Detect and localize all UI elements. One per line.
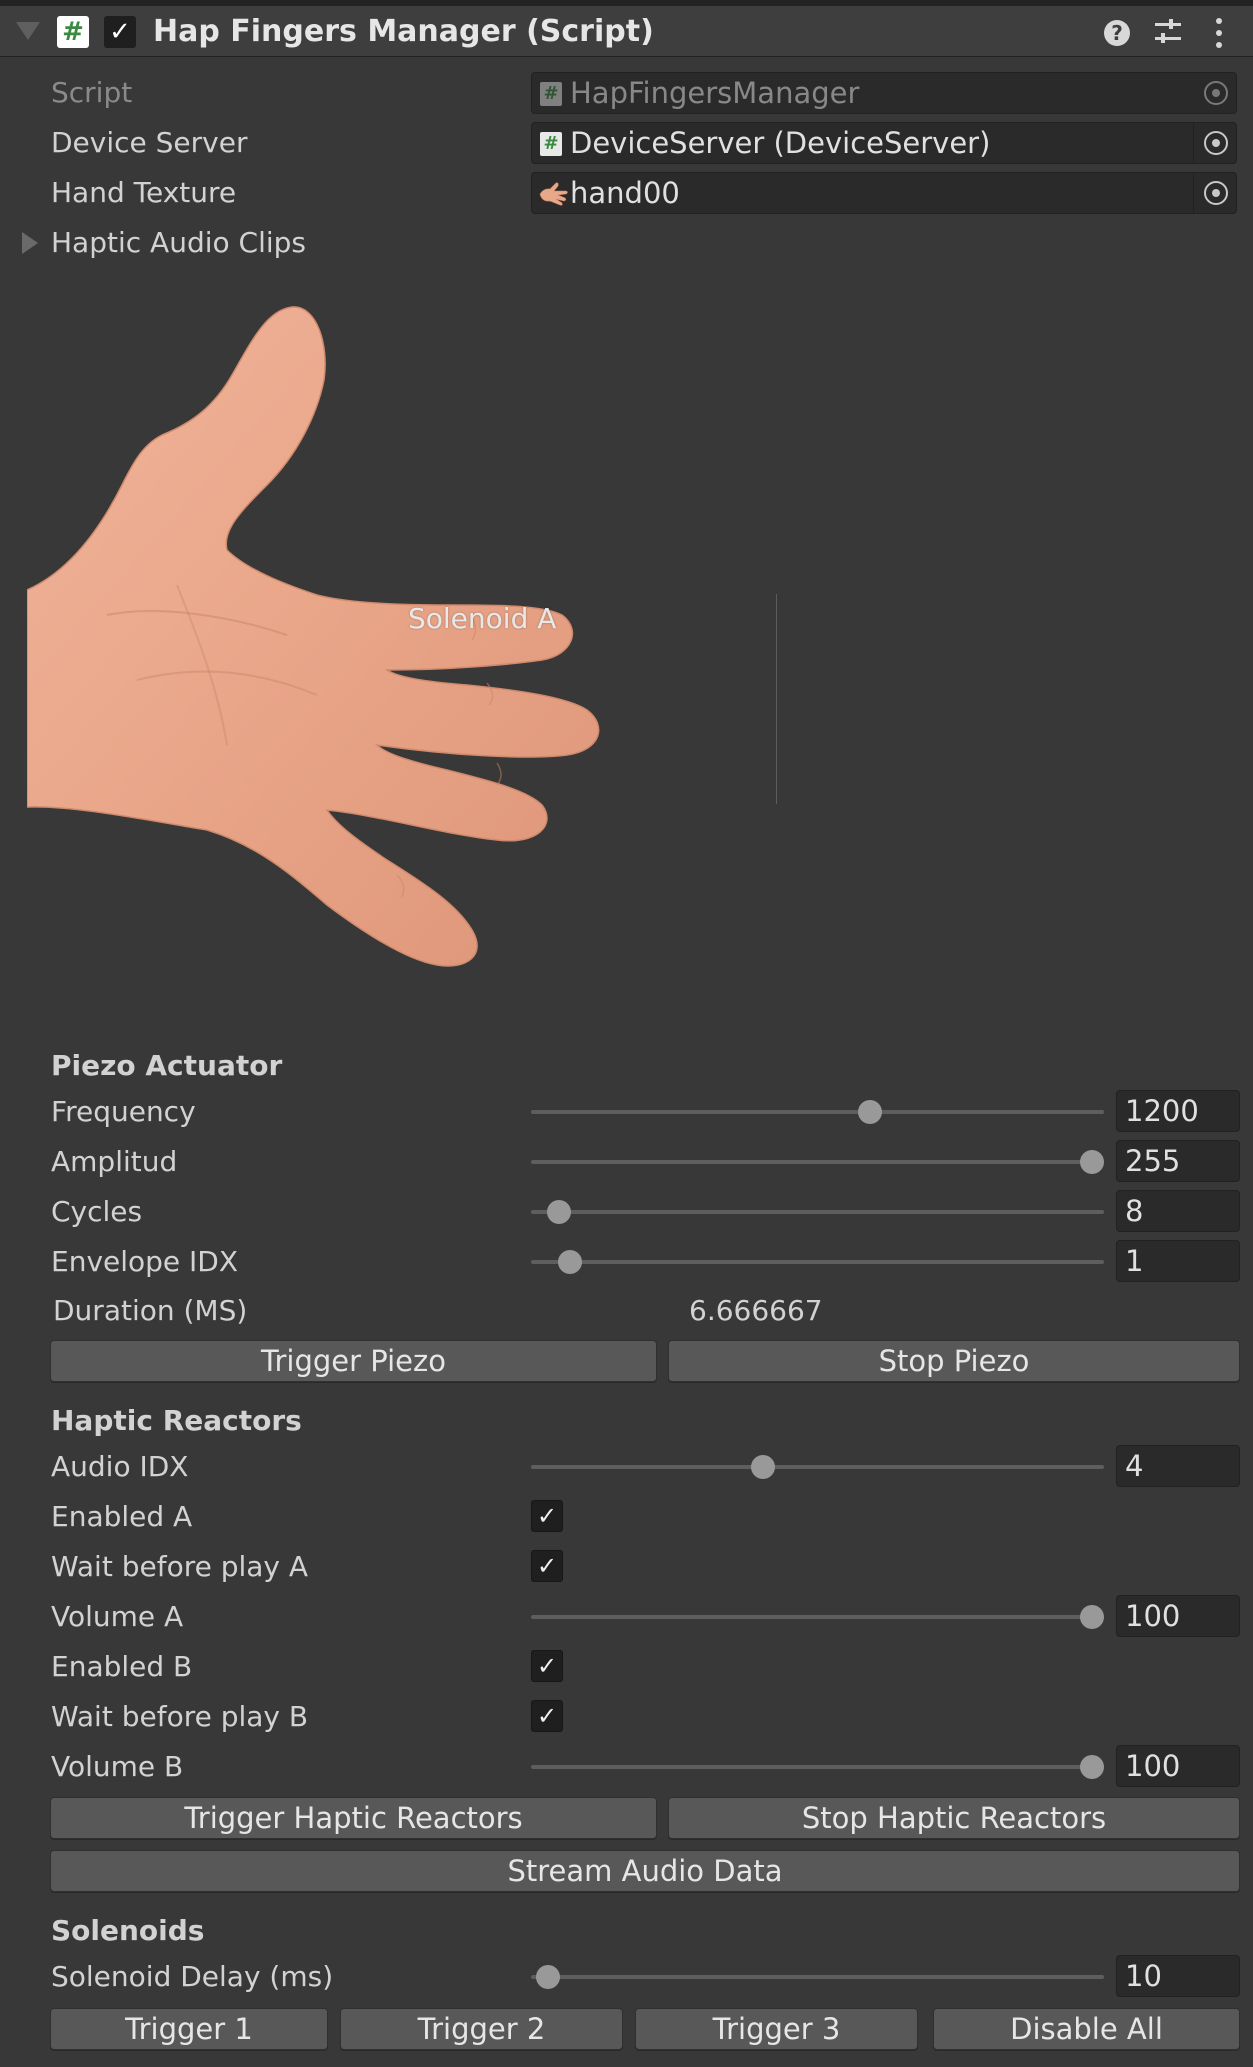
preset-settings-icon[interactable] (1155, 18, 1181, 46)
cycles-slider-thumb[interactable] (547, 1200, 572, 1224)
wait-before-play-b-label: Wait before play B (51, 1700, 309, 1733)
duration-value: 6.666667 (689, 1294, 823, 1327)
amplitud-slider[interactable] (531, 1160, 1104, 1164)
hand-texture-thumbnail-icon (539, 182, 568, 206)
envelope-idx-slider-thumb[interactable] (558, 1250, 583, 1274)
frequency-label: Frequency (51, 1095, 196, 1128)
cycles-label: Cycles (51, 1195, 143, 1228)
component-header[interactable]: # ✓ Hap Fingers Manager (Script) ? (0, 6, 1253, 57)
script-label: Script (51, 76, 133, 109)
solenoid-delay-slider-thumb[interactable] (536, 1965, 561, 1989)
enabled-b-checkbox[interactable]: ✓ (531, 1650, 563, 1682)
haptic-audio-clips-foldout-icon[interactable] (22, 232, 38, 254)
volume-a-slider-thumb[interactable] (1080, 1605, 1104, 1629)
component-enabled-checkbox[interactable]: ✓ (104, 16, 136, 48)
object-picker-icon (1204, 81, 1228, 105)
envelope-idx-input[interactable]: 1 (1116, 1240, 1240, 1282)
stop-haptic-reactors-button[interactable]: Stop Haptic Reactors (668, 1797, 1240, 1839)
piezo-section-title: Piezo Actuator (51, 1049, 283, 1082)
help-icon[interactable]: ? (1104, 20, 1130, 46)
frequency-input[interactable]: 1200 (1116, 1090, 1240, 1132)
object-picker-icon[interactable] (1204, 131, 1228, 155)
script-field: # HapFingersManager (531, 72, 1237, 114)
audio-idx-input[interactable]: 4 (1116, 1445, 1240, 1487)
duration-label: Duration (MS) (53, 1294, 248, 1327)
wait-before-play-b-checkbox[interactable]: ✓ (531, 1700, 563, 1732)
trigger-piezo-button[interactable]: Trigger Piezo (50, 1340, 657, 1382)
hand-texture-label: Hand Texture (51, 176, 237, 209)
trigger-1-button[interactable]: Trigger 1 (50, 2008, 328, 2050)
wait-before-play-a-label: Wait before play A (51, 1550, 309, 1583)
frequency-slider[interactable] (531, 1110, 1104, 1114)
volume-b-input[interactable]: 100 (1116, 1745, 1240, 1787)
audio-idx-slider[interactable] (531, 1465, 1104, 1469)
solenoid-delay-label: Solenoid Delay (ms) (51, 1960, 334, 1993)
solenoid-delay-slider[interactable] (531, 1975, 1104, 1979)
envelope-idx-label: Envelope IDX (51, 1245, 239, 1278)
csharp-file-icon: # (540, 132, 562, 156)
disable-all-button[interactable]: Disable All (933, 2008, 1240, 2050)
frequency-slider-thumb[interactable] (857, 1100, 882, 1124)
volume-b-slider[interactable] (531, 1765, 1104, 1769)
object-picker-icon[interactable] (1204, 181, 1228, 205)
csharp-file-icon: # (540, 82, 562, 106)
enabled-a-checkbox[interactable]: ✓ (531, 1500, 563, 1532)
amplitud-input[interactable]: 255 (1116, 1140, 1240, 1182)
stream-audio-data-button[interactable]: Stream Audio Data (50, 1850, 1240, 1892)
solenoid-delay-input[interactable]: 10 (1116, 1955, 1240, 1997)
csharp-script-icon: # (57, 16, 89, 48)
volume-a-label: Volume A (51, 1600, 184, 1633)
hand-texture-field[interactable]: hand00 (531, 172, 1237, 214)
cycles-slider[interactable] (531, 1210, 1104, 1214)
amplitud-slider-thumb[interactable] (1080, 1150, 1104, 1174)
component-title: Hap Fingers Manager (Script) (153, 14, 654, 49)
cycles-input[interactable]: 8 (1116, 1190, 1240, 1232)
haptic-audio-clips-label[interactable]: Haptic Audio Clips (51, 225, 306, 261)
hand-preview-image[interactable] (27, 285, 787, 985)
script-value: HapFingersManager (570, 76, 860, 110)
foldout-arrow-icon[interactable] (16, 22, 40, 40)
amplitud-label: Amplitud (51, 1145, 178, 1178)
trigger-2-button[interactable]: Trigger 2 (340, 2008, 623, 2050)
solenoids-section-title: Solenoids (51, 1914, 205, 1947)
trigger-3-button[interactable]: Trigger 3 (635, 2008, 918, 2050)
stop-piezo-button[interactable]: Stop Piezo (668, 1340, 1240, 1382)
hand-texture-value: hand00 (570, 176, 680, 210)
volume-a-slider[interactable] (531, 1615, 1104, 1619)
envelope-idx-slider[interactable] (531, 1260, 1104, 1264)
audio-idx-slider-thumb[interactable] (750, 1455, 775, 1479)
enabled-a-label: Enabled A (51, 1500, 193, 1533)
device-server-label: Device Server (51, 126, 248, 159)
preview-bounds-line (776, 594, 777, 804)
context-menu-icon[interactable] (1216, 18, 1222, 48)
volume-b-label: Volume B (51, 1750, 184, 1783)
solenoid-a-marker-label[interactable]: Solenoid A (408, 601, 556, 637)
trigger-haptic-reactors-button[interactable]: Trigger Haptic Reactors (50, 1797, 657, 1839)
device-server-field[interactable]: # DeviceServer (DeviceServer) (531, 122, 1237, 164)
enabled-b-label: Enabled B (51, 1650, 193, 1683)
audio-idx-label: Audio IDX (51, 1450, 189, 1483)
haptic-reactors-section-title: Haptic Reactors (51, 1404, 302, 1437)
volume-b-slider-thumb[interactable] (1080, 1755, 1104, 1779)
device-server-value: DeviceServer (DeviceServer) (570, 126, 991, 160)
volume-a-input[interactable]: 100 (1116, 1595, 1240, 1637)
wait-before-play-a-checkbox[interactable]: ✓ (531, 1550, 563, 1582)
